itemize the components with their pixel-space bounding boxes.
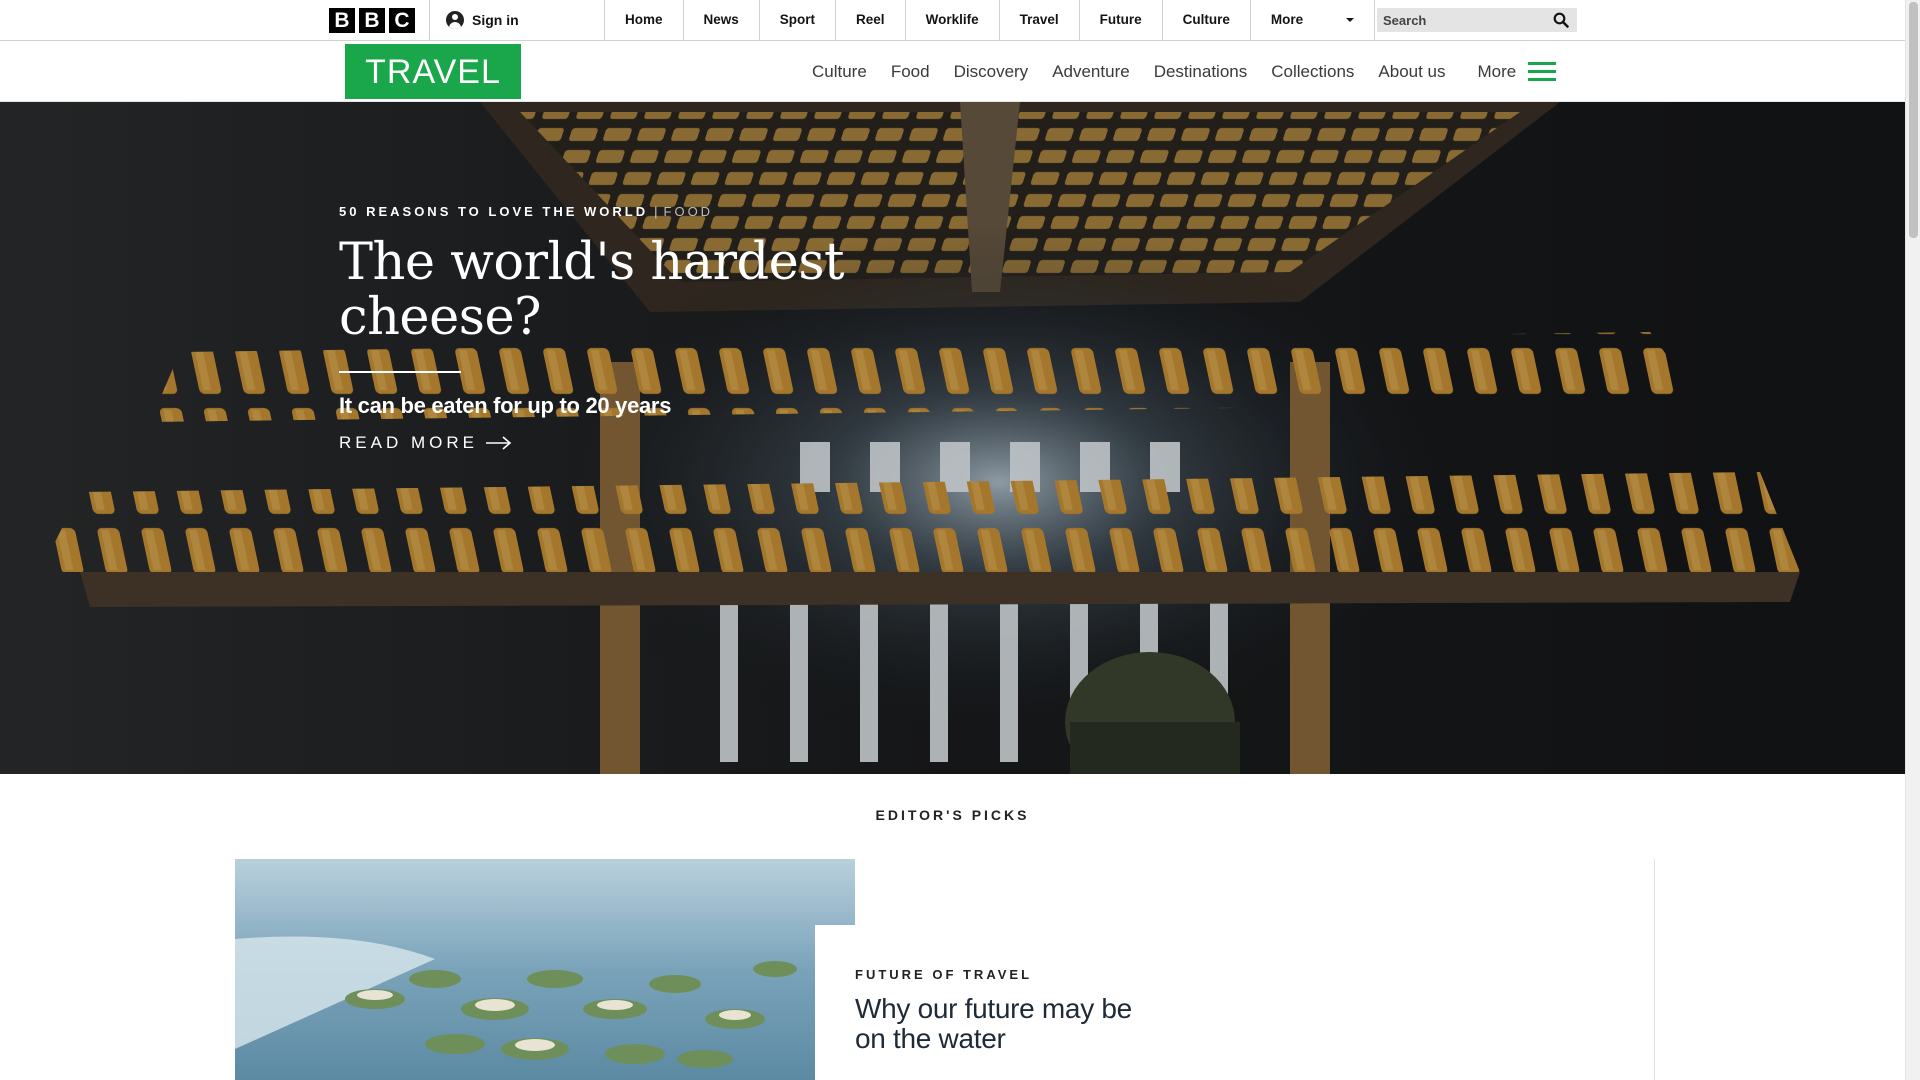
sign-in-label: Sign in [472,12,519,28]
global-nav-sport[interactable]: Sport [760,0,837,40]
hero-category[interactable]: Food [664,204,714,219]
global-nav-future[interactable]: Future [1080,0,1163,40]
pick-kicker[interactable]: FUTURE OF TRAVEL [855,967,1155,982]
search-placeholder: Search [1383,12,1427,28]
global-nav-travel[interactable]: Travel [1000,0,1080,40]
editors-pick-card: FUTURE OF TRAVEL Why our future may be o… [235,859,1655,1080]
bbc-logo[interactable]: B B C [329,8,415,33]
global-nav-home[interactable]: Home [605,0,684,40]
global-nav-culture[interactable]: Culture [1163,0,1251,40]
section-nav-discovery[interactable]: Discovery [954,62,1029,82]
travel-header: TRAVEL Culture Food Discovery Adventure … [0,41,1905,102]
page-scrollbar[interactable] [1905,0,1920,1080]
column-divider [1654,859,1655,1080]
section-nav-about-us[interactable]: About us [1378,62,1445,82]
user-icon [446,11,464,29]
travel-logo[interactable]: TRAVEL [345,44,521,99]
global-nav-more-button[interactable]: More [1251,0,1375,40]
section-nav-food[interactable]: Food [891,62,930,82]
search-icon[interactable] [1553,12,1569,28]
hero-subtitle: It can be eaten for up to 20 years [339,393,672,418]
arrow-right-icon [485,436,512,450]
global-nav: Home News Sport Reel Worklife Travel Fut… [604,0,1375,40]
pick-text: FUTURE OF TRAVEL Why our future may be o… [855,967,1155,1054]
global-nav-reel[interactable]: Reel [836,0,906,40]
bbc-logo-letter: B [329,8,355,33]
image-cutout [815,925,855,1080]
global-nav-worklife[interactable]: Worklife [906,0,1000,40]
sign-in-link[interactable]: Sign in [446,11,519,29]
hero-divider [339,371,461,373]
hero-copy: 50 Reasons to Love the World | Food The wo… [339,204,899,453]
floating-city-image [235,859,855,1080]
global-nav-news[interactable]: News [684,0,760,40]
search-input[interactable]: Search [1377,8,1577,32]
hamburger-icon [1528,61,1557,82]
hero-banner[interactable]: 50 Reasons to Love the World | Food The wo… [0,102,1905,774]
section-nav-collections[interactable]: Collections [1271,62,1354,82]
read-more-label: READ MORE [339,433,478,452]
kicker-separator: | [654,204,658,219]
bbc-logo-letter: C [389,8,415,33]
section-nav-adventure[interactable]: Adventure [1052,62,1130,82]
bbc-global-bar: B B C Sign in Home News Sport Reel Workl… [0,0,1905,41]
hero-kicker-label[interactable]: 50 Reasons to Love the World [339,204,648,219]
editors-picks-heading: EDITOR'S PICKS [875,807,1030,823]
caret-down-icon [1345,18,1354,22]
section-nav-more-button[interactable]: More [1477,61,1557,82]
pick-title[interactable]: Why our future may be on the water [855,994,1155,1054]
global-nav-more-label: More [1270,12,1304,27]
section-nav: Culture Food Discovery Adventure Destina… [812,41,1580,102]
pick-image[interactable] [235,859,855,1080]
scrollbar-thumb[interactable] [1909,2,1918,238]
bbc-logo-letter: B [359,8,385,33]
section-nav-more-label: More [1477,61,1517,81]
section-nav-culture[interactable]: Culture [812,62,867,82]
divider [429,0,430,40]
hero-image [0,102,1905,774]
hero-kicker: 50 Reasons to Love the World | Food [339,204,899,219]
section-nav-destinations[interactable]: Destinations [1154,62,1248,82]
read-more-link[interactable]: READ MORE [339,433,899,453]
hero-title[interactable]: The world's hardest cheese? [339,235,899,345]
